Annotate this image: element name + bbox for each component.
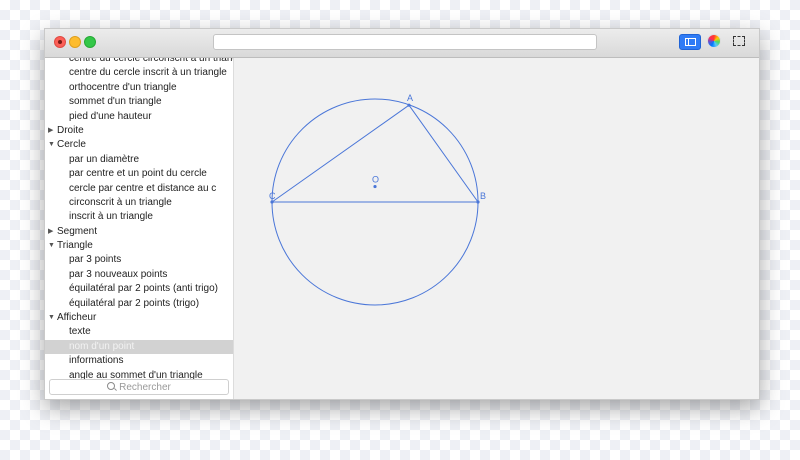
tree-item-row[interactable]: centre du cercle circonscrit à un triang… (45, 58, 233, 66)
app-window: centre du cercle circonscrit à un triang… (44, 28, 760, 400)
disclosure-closed-icon[interactable]: ▶ (48, 124, 53, 138)
tree-item-row[interactable]: cercle par centre et distance au c (45, 182, 233, 196)
selection-button[interactable] (729, 34, 749, 48)
tree-item-row[interactable]: équilatéral par 2 points (trigo) (45, 297, 233, 311)
drawing-canvas[interactable]: A B C O (234, 58, 759, 399)
point-label-O: O (372, 175, 379, 185)
disclosure-open-icon[interactable]: ▼ (48, 138, 55, 152)
triangle-side-CA[interactable] (271, 104, 410, 203)
tree-group-row[interactable]: ▼ Afficheur (45, 311, 233, 325)
tree-item-row[interactable]: par centre et un point du cercle (45, 167, 233, 181)
point-label-C: C (269, 191, 276, 201)
tree-row-label: pied d'une hauteur (69, 110, 152, 122)
search-field[interactable]: Rechercher (49, 379, 229, 395)
point-label-B: B (480, 191, 486, 201)
color-wheel-icon (707, 34, 721, 48)
tree-item-row[interactable]: équilatéral par 2 points (anti trigo) (45, 282, 233, 296)
minimize-button[interactable] (69, 36, 81, 48)
tree-item-row[interactable]: centre du cercle inscrit à un triangle (45, 66, 233, 80)
geometry-figure: A B C O (269, 93, 486, 306)
sidebar-toggle-button[interactable] (679, 34, 701, 50)
tree-row-label: texte (69, 326, 91, 338)
sidebar-icon (684, 38, 696, 46)
tree-item-row[interactable]: orthocentre d'un triangle (45, 81, 233, 95)
tree-group-row[interactable]: ▼ Triangle (45, 239, 233, 253)
tree-row-label: Triangle (57, 240, 93, 252)
tree-row-label: centre du cercle inscrit à un triangle (69, 67, 227, 79)
selection-icon (733, 36, 745, 46)
tree-row-label: Segment (57, 225, 98, 237)
tree-item-row[interactable]: par 3 nouveaux points (45, 268, 233, 282)
tree-row-label: informations (69, 355, 124, 367)
tree-item-row[interactable]: texte (45, 325, 233, 339)
triangle-side-AB[interactable] (408, 104, 479, 203)
tree-row-label: orthocentre d'un triangle (69, 81, 177, 93)
tree-row-label: équilatéral par 2 points (trigo) (69, 297, 200, 309)
tree-group-row[interactable]: ▶ Segment (45, 225, 233, 239)
disclosure-open-icon[interactable]: ▼ (48, 239, 55, 253)
tree-item-row[interactable]: par un diamètre (45, 153, 233, 167)
title-bar (45, 29, 759, 58)
disclosure-open-icon[interactable]: ▼ (48, 311, 55, 325)
tree-item-row[interactable]: sommet d'un triangle (45, 95, 233, 109)
tree-row-label: Droite (57, 124, 84, 136)
tree-row-label: centre du cercle circonscrit à un triang… (69, 58, 233, 64)
search-placeholder: Rechercher (119, 381, 171, 393)
close-button[interactable] (54, 36, 66, 48)
tree-row-label: circonscrit à un triangle (69, 196, 172, 208)
point-A[interactable] (407, 103, 411, 107)
tree-row-label: par 3 nouveaux points (69, 268, 168, 280)
tree-row-label: par 3 points (69, 254, 122, 266)
sidebar: centre du cercle circonscrit à un triang… (45, 58, 234, 399)
tree-row-label: équilatéral par 2 points (anti trigo) (69, 283, 218, 295)
tree-item-row[interactable]: par 3 points (45, 253, 233, 267)
point-O[interactable] (373, 184, 377, 189)
tree-item-row[interactable]: circonscrit à un triangle (45, 196, 233, 210)
tree-row-label: par centre et un point du cercle (69, 168, 207, 180)
disclosure-closed-icon[interactable]: ▶ (48, 225, 53, 239)
color-picker-button[interactable] (704, 34, 724, 48)
point-label-A: A (407, 93, 413, 103)
tree-row-label: inscrit à un triangle (69, 211, 153, 223)
tree-row-label: sommet d'un triangle (69, 96, 162, 108)
tree-row-label: par un diamètre (69, 153, 140, 165)
tree-item-row[interactable]: inscrit à un triangle (45, 210, 233, 224)
address-field[interactable] (213, 34, 597, 50)
tree-item-row[interactable]: informations (45, 354, 233, 368)
tree-row-label: Cercle (57, 139, 86, 151)
tree-row-label: cercle par centre et distance au c (69, 182, 217, 194)
search-icon (107, 382, 116, 390)
construction-tree: centre du cercle circonscrit à un triang… (45, 58, 233, 383)
tree-group-row[interactable]: ▼ Cercle (45, 138, 233, 152)
tree-row-label: nom d'un point (69, 340, 135, 352)
tree-group-row[interactable]: ▶ Droite (45, 124, 233, 138)
tree-item-row[interactable]: pied d'une hauteur (45, 110, 233, 124)
zoom-button[interactable] (84, 36, 96, 48)
tree-item-row[interactable]: nom d'un point (45, 339, 233, 355)
tree-row-label: Afficheur (57, 312, 97, 324)
